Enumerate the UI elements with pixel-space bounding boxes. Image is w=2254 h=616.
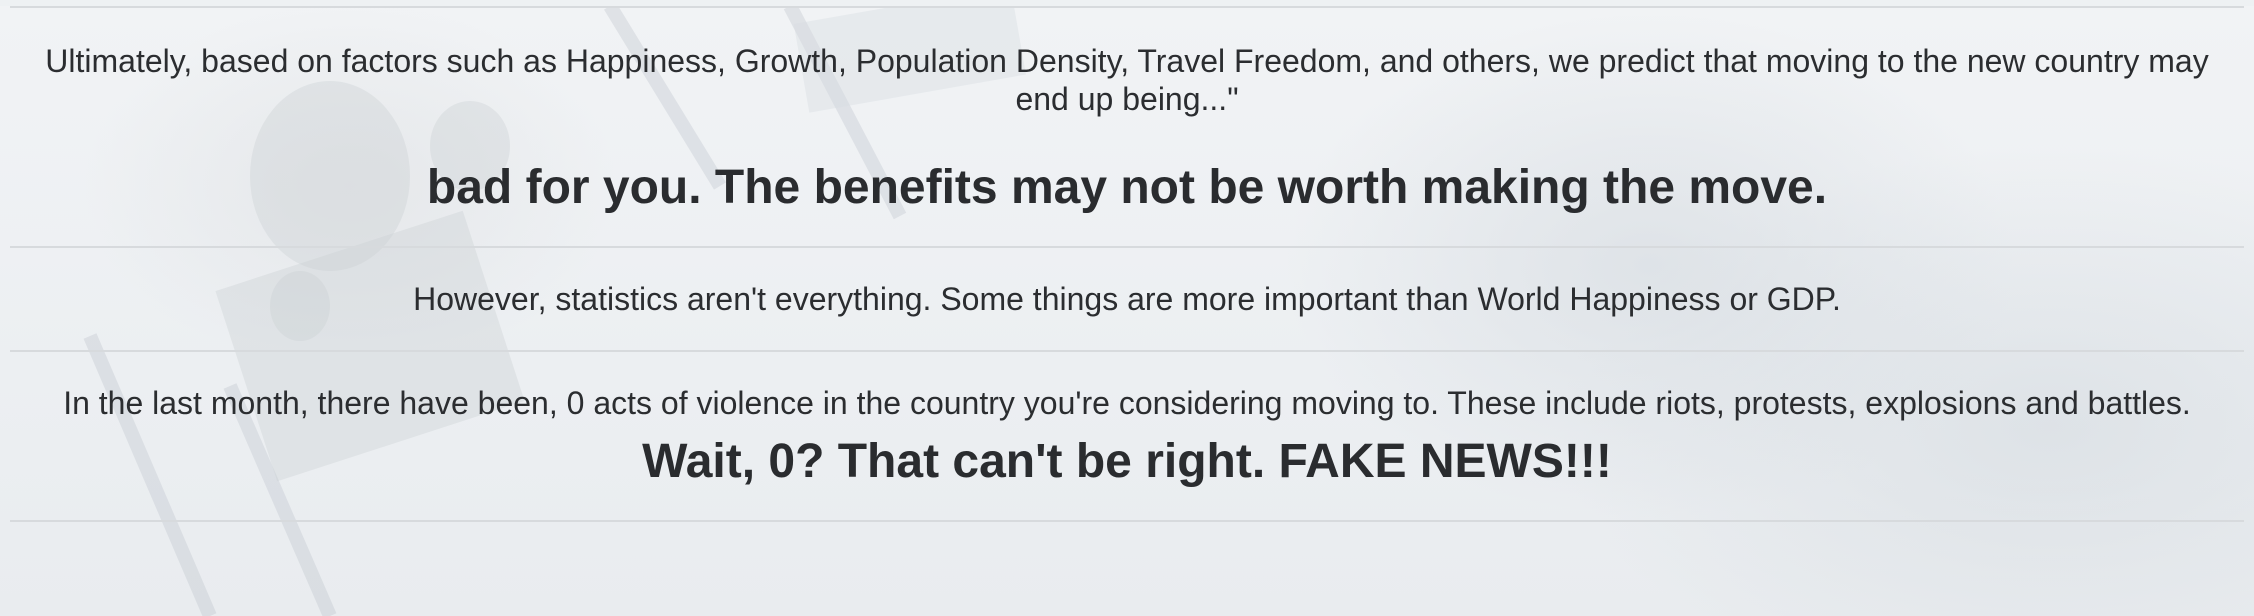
results-section: Ultimately, based on factors such as Hap…: [10, 6, 2244, 522]
violence-stat-text: In the last month, there have been, 0 ac…: [63, 385, 2191, 421]
divider: [10, 350, 2244, 352]
divider: [10, 246, 2244, 248]
prediction-verdict: bad for you. The benefits may not be wor…: [426, 161, 1828, 214]
caveat-text: However, statistics aren't everything. S…: [413, 281, 1841, 317]
prediction-intro: Ultimately, based on factors such as Hap…: [45, 43, 2209, 117]
divider: [10, 6, 2244, 8]
violence-reaction: Wait, 0? That can't be right. FAKE NEWS!…: [642, 435, 1612, 488]
divider: [10, 520, 2244, 522]
